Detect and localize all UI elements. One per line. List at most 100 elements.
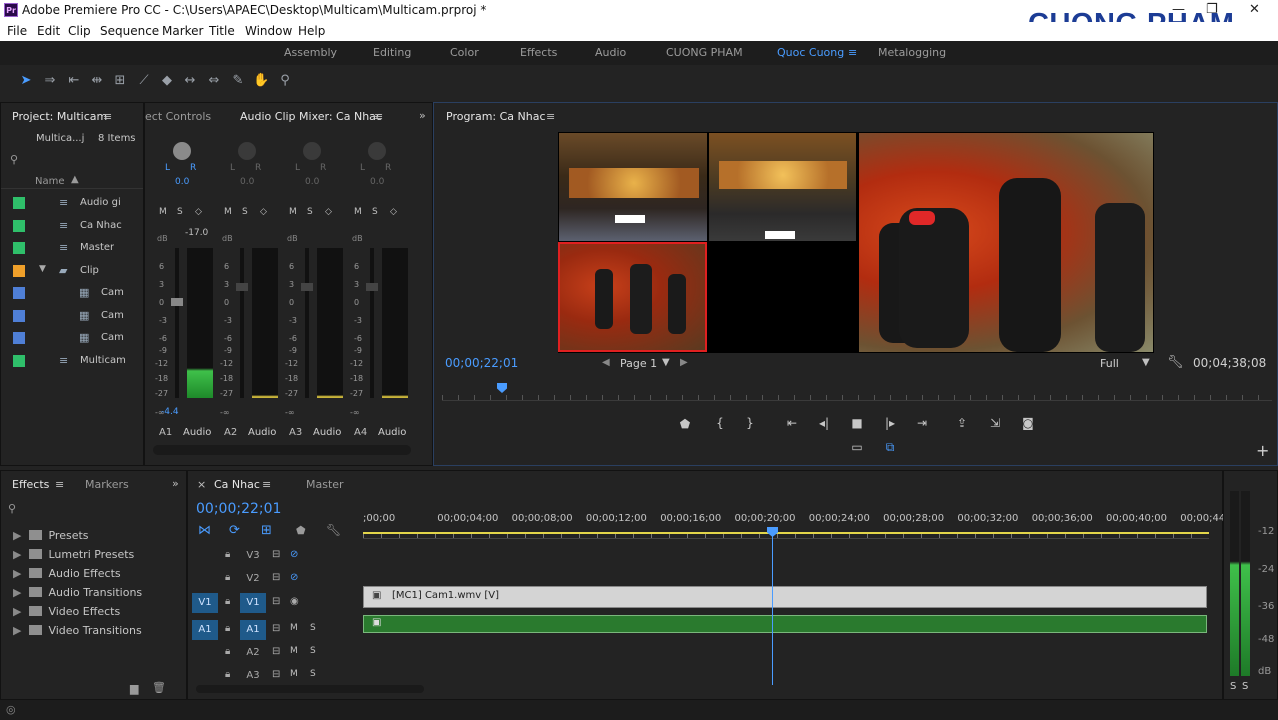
mute-button[interactable]: M <box>159 207 167 217</box>
workspace-quoc-cuong[interactable]: Quoc Cuong <box>777 46 844 59</box>
panel-overflow-icon[interactable]: » <box>172 477 179 490</box>
panel-menu-icon[interactable]: ≡ <box>103 110 112 123</box>
add-marker-icon[interactable]: ⬟ <box>675 417 695 431</box>
resolution-dropdown-icon[interactable]: ▼ <box>1142 357 1150 368</box>
zoom-tool-icon[interactable]: ⚲ <box>277 73 293 89</box>
stop-icon[interactable]: ■ <box>847 416 867 430</box>
label-color-swatch[interactable] <box>13 354 25 367</box>
ripple-edit-icon[interactable]: ⇤ <box>66 73 82 89</box>
compare-view-icon[interactable]: ⧉ <box>880 440 900 455</box>
volume-fader[interactable] <box>305 248 309 398</box>
panel-menu-icon[interactable]: ≡ <box>546 110 555 123</box>
effects-folder[interactable]: ▶ Video Transitions <box>13 624 142 637</box>
settings-wrench-icon[interactable]: 🔧︎ <box>1167 355 1184 370</box>
panel-menu-icon[interactable]: ≡ <box>262 478 271 491</box>
fader-handle[interactable] <box>301 283 313 291</box>
expand-arrow-icon[interactable]: ▶ <box>13 586 21 599</box>
go-to-out-icon[interactable]: ⇥ <box>912 416 932 430</box>
lock-icon[interactable]: 🔒︎ <box>225 596 230 607</box>
record-button[interactable]: ◇ <box>390 207 397 217</box>
project-item[interactable]: ▼ ▰ Clip <box>1 263 143 281</box>
solo-right-button[interactable]: S <box>1242 681 1248 692</box>
workspace-metalogging[interactable]: Metalogging <box>878 46 946 59</box>
program-tab[interactable]: Program: Ca Nhac <box>446 110 546 123</box>
pan-value[interactable]: 0.0 <box>240 177 254 187</box>
effects-folder[interactable]: ▶ Audio Transitions <box>13 586 142 599</box>
project-item[interactable]: ▦ Cam <box>1 285 143 303</box>
markers-tab[interactable]: Markers <box>85 478 129 491</box>
snap-icon[interactable]: ⋈ <box>198 523 211 538</box>
step-forward-icon[interactable]: |▸ <box>880 416 900 430</box>
workspace-menu-icon[interactable]: ≡ <box>848 46 857 59</box>
volume-fader[interactable] <box>175 248 179 398</box>
track-mute-button[interactable]: M <box>290 623 298 633</box>
sequence-tab[interactable]: Ca Nhac <box>214 478 260 491</box>
close-sequence-icon[interactable]: × <box>197 478 206 491</box>
pan-knob[interactable] <box>173 142 191 160</box>
pan-knob[interactable] <box>303 142 321 160</box>
effects-folder[interactable]: ▶ Presets <box>13 529 89 542</box>
menu-file[interactable]: File <box>7 24 27 38</box>
menu-title[interactable]: Title <box>209 24 235 38</box>
razor-icon[interactable]: ⟋ <box>136 73 152 89</box>
effect-controls-tab[interactable]: ect Controls <box>145 110 211 123</box>
lock-icon[interactable]: 🔒︎ <box>225 549 230 560</box>
sync-lock-icon[interactable]: ⊟ <box>272 646 280 657</box>
lock-icon[interactable]: 🔒︎ <box>225 623 230 634</box>
menu-window[interactable]: Window <box>245 24 292 38</box>
label-color-swatch[interactable] <box>13 197 25 209</box>
toggle-output-icon[interactable]: ⊘ <box>290 549 298 560</box>
effects-tab[interactable]: Effects <box>12 478 49 491</box>
new-bin-icon[interactable]: ▆ <box>130 682 138 695</box>
workspace-editing[interactable]: Editing <box>373 46 411 59</box>
label-color-swatch[interactable] <box>13 309 25 322</box>
label-color-swatch[interactable] <box>13 264 25 277</box>
track-name[interactable]: A1 <box>240 620 266 640</box>
audio-clip[interactable]: ▣ <box>363 615 1207 633</box>
effects-folder[interactable]: ▶ Audio Effects <box>13 567 121 580</box>
page-prev-icon[interactable]: ◀ <box>602 357 610 368</box>
sync-lock-icon[interactable]: ⊟ <box>272 549 280 560</box>
video-clip[interactable]: ▣ [MC1] Cam1.wmv [V] <box>363 586 1207 608</box>
video-frame[interactable] <box>558 132 1154 353</box>
menu-clip[interactable]: Clip <box>68 24 91 38</box>
panel-menu-icon[interactable]: ≡ <box>374 110 383 123</box>
playhead-timecode[interactable]: 00;00;22;01 <box>445 356 518 370</box>
camera-1-thumbnail[interactable] <box>559 133 707 241</box>
page-dropdown-icon[interactable]: ▼ <box>662 357 670 368</box>
panel-overflow-icon[interactable]: » <box>419 109 426 122</box>
extract-icon[interactable]: ⇲ <box>985 416 1005 430</box>
label-color-swatch[interactable] <box>13 287 25 299</box>
track-header-v2[interactable]: 🔒︎ V2 ⊟ ⊘ <box>190 569 362 589</box>
slide-tool-icon[interactable]: ↔ <box>182 73 198 89</box>
project-item[interactable]: ≡ Audio gi <box>1 195 143 213</box>
lock-icon[interactable]: 🔒︎ <box>225 572 230 583</box>
sync-lock-icon[interactable]: ⊟ <box>272 669 280 680</box>
project-item[interactable]: ≡ Master <box>1 240 143 258</box>
search-icon[interactable]: ⚲ <box>8 502 16 515</box>
source-patch[interactable]: A1 <box>192 620 218 640</box>
record-button[interactable]: ◇ <box>325 207 332 217</box>
linked-selection-icon[interactable]: ⟳ <box>229 523 240 538</box>
solo-button[interactable]: S <box>177 207 183 217</box>
playback-resolution[interactable]: Full <box>1100 357 1119 370</box>
track-select-icon[interactable]: ⇒ <box>42 73 58 89</box>
eye-icon[interactable]: ◉ <box>290 596 299 607</box>
sort-up-icon[interactable]: ▲ <box>71 174 79 185</box>
mixer-scrollbar[interactable] <box>153 445 411 455</box>
project-item[interactable]: ≡ Ca Nhac <box>1 218 143 236</box>
workspace-assembly[interactable]: Assembly <box>284 46 337 59</box>
program-output-view[interactable] <box>859 133 1153 352</box>
track-name[interactable]: A3 <box>240 666 266 686</box>
track-name[interactable]: V1 <box>240 593 266 613</box>
workspace-cuong-pham[interactable]: CUONG PHAM <box>666 46 743 59</box>
solo-button[interactable]: S <box>307 207 313 217</box>
name-column[interactable]: Name <box>35 176 65 187</box>
label-color-swatch[interactable] <box>13 332 25 344</box>
volume-fader[interactable] <box>370 248 374 398</box>
program-time-ruler[interactable] <box>442 383 1272 401</box>
source-patch[interactable]: V1 <box>192 593 218 613</box>
master-sequence-tab[interactable]: Master <box>306 478 344 491</box>
mute-button[interactable]: M <box>289 207 297 217</box>
lift-icon[interactable]: ⇪ <box>952 416 972 430</box>
